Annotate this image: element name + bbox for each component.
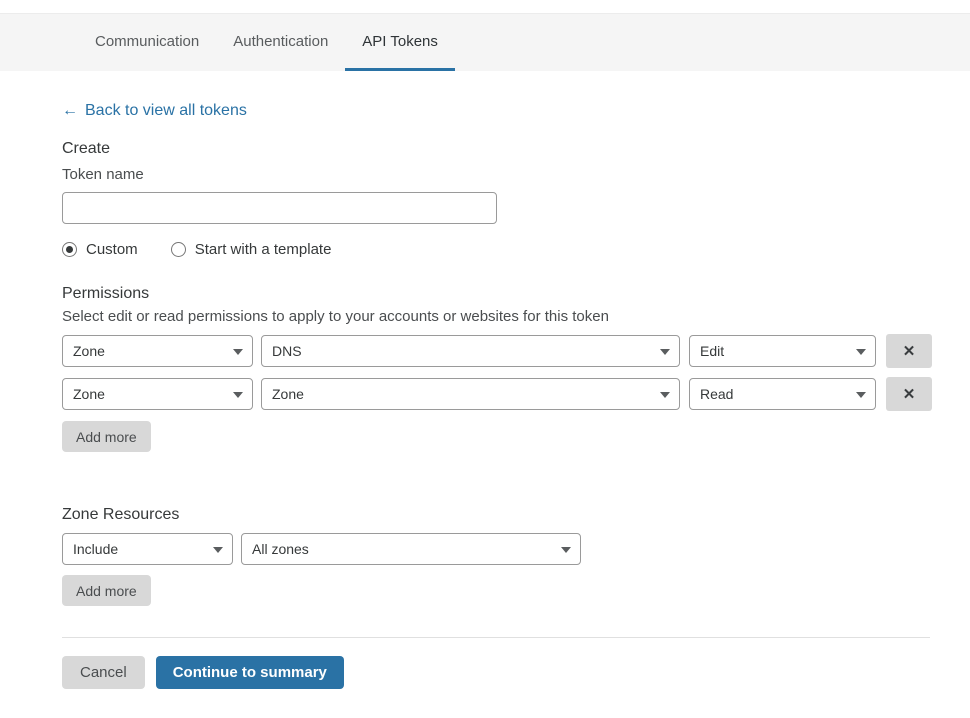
chevron-down-icon bbox=[660, 392, 670, 398]
token-name-input[interactable] bbox=[62, 192, 497, 224]
chevron-down-icon bbox=[213, 547, 223, 553]
close-icon: ✕ bbox=[903, 344, 916, 359]
permission-scope-value-1: DNS bbox=[272, 343, 302, 359]
permission-row: Zone DNS Edit ✕ bbox=[62, 334, 970, 368]
permission-scope-select-2[interactable]: Zone bbox=[261, 378, 680, 410]
back-to-all-tokens-link[interactable]: ← Back to view all tokens bbox=[62, 102, 247, 120]
create-heading: Create bbox=[62, 140, 970, 158]
top-strip bbox=[0, 0, 970, 13]
permission-group-select-1[interactable]: Zone bbox=[62, 335, 253, 367]
token-type-radio-group: Custom Start with a template bbox=[62, 241, 970, 258]
radio-selected-icon bbox=[62, 242, 77, 257]
tab-authentication-label: Authentication bbox=[233, 33, 328, 50]
token-name-label: Token name bbox=[62, 166, 970, 183]
close-icon: ✕ bbox=[903, 387, 916, 402]
footer-divider bbox=[62, 637, 930, 638]
tab-api-tokens[interactable]: API Tokens bbox=[345, 14, 455, 71]
tab-authentication[interactable]: Authentication bbox=[216, 14, 345, 71]
permission-scope-value-2: Zone bbox=[272, 386, 304, 402]
chevron-down-icon bbox=[233, 349, 243, 355]
chevron-down-icon bbox=[856, 392, 866, 398]
radio-custom[interactable]: Custom bbox=[62, 241, 138, 258]
radio-start-with-template-label: Start with a template bbox=[195, 241, 332, 258]
radio-custom-label: Custom bbox=[86, 241, 138, 258]
permission-level-select-2[interactable]: Read bbox=[689, 378, 876, 410]
permission-level-value-2: Read bbox=[700, 386, 733, 402]
continue-to-summary-button[interactable]: Continue to summary bbox=[156, 656, 344, 689]
remove-permission-button-2[interactable]: ✕ bbox=[886, 377, 932, 411]
permission-level-value-1: Edit bbox=[700, 343, 724, 359]
permissions-heading: Permissions bbox=[62, 285, 970, 303]
section-spacer bbox=[62, 452, 970, 486]
cancel-button[interactable]: Cancel bbox=[62, 656, 145, 689]
tab-communication-label: Communication bbox=[95, 33, 199, 50]
remove-permission-button-1[interactable]: ✕ bbox=[886, 334, 932, 368]
permissions-description: Select edit or read permissions to apply… bbox=[62, 308, 970, 325]
tab-api-tokens-label: API Tokens bbox=[362, 33, 438, 50]
permission-scope-select-1[interactable]: DNS bbox=[261, 335, 680, 367]
back-to-all-tokens-label: Back to view all tokens bbox=[85, 102, 247, 120]
zone-resources-heading: Zone Resources bbox=[62, 506, 970, 524]
permission-group-value-1: Zone bbox=[73, 343, 105, 359]
permission-row: Zone Zone Read ✕ bbox=[62, 377, 970, 411]
arrow-left-icon: ← bbox=[62, 103, 78, 119]
chevron-down-icon bbox=[233, 392, 243, 398]
permission-level-select-1[interactable]: Edit bbox=[689, 335, 876, 367]
chevron-down-icon bbox=[856, 349, 866, 355]
permission-group-select-2[interactable]: Zone bbox=[62, 378, 253, 410]
tab-bar: Communication Authentication API Tokens bbox=[0, 13, 970, 71]
permission-group-value-2: Zone bbox=[73, 386, 105, 402]
chevron-down-icon bbox=[561, 547, 571, 553]
zone-resource-mode-value: Include bbox=[73, 541, 118, 557]
tab-communication[interactable]: Communication bbox=[78, 14, 216, 71]
zone-resource-mode-select[interactable]: Include bbox=[62, 533, 233, 565]
zone-resource-target-value: All zones bbox=[252, 541, 309, 557]
radio-start-with-template[interactable]: Start with a template bbox=[171, 241, 332, 258]
radio-unselected-icon bbox=[171, 242, 186, 257]
chevron-down-icon bbox=[660, 349, 670, 355]
zone-resource-row: Include All zones bbox=[62, 533, 970, 565]
zone-resource-target-select[interactable]: All zones bbox=[241, 533, 581, 565]
page-content: ← Back to view all tokens Create Token n… bbox=[0, 71, 970, 689]
add-more-permission-button[interactable]: Add more bbox=[62, 421, 151, 452]
add-more-zone-resource-button[interactable]: Add more bbox=[62, 575, 151, 606]
footer-actions: Cancel Continue to summary bbox=[62, 656, 970, 689]
